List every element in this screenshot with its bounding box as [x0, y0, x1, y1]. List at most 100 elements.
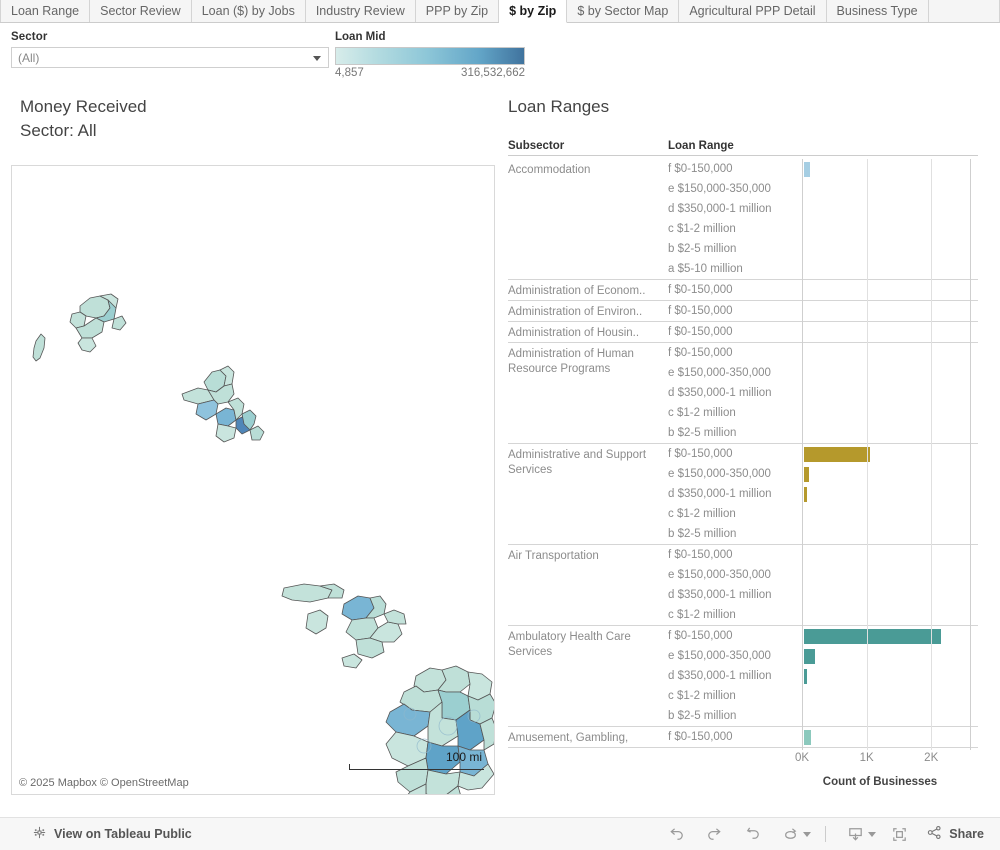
bar-cell: [804, 219, 972, 239]
table-row[interactable]: f $0-150,000: [668, 343, 978, 363]
table-row[interactable]: d $350,000-1 million: [668, 585, 978, 605]
loan-range-label: e $150,000-350,000: [668, 569, 771, 581]
refresh-dropdown-caret-icon[interactable]: [803, 831, 812, 837]
loan-ranges-title: Loan Ranges: [508, 97, 610, 116]
table-row[interactable]: e $150,000-350,000: [668, 646, 978, 666]
table-row-group[interactable]: Amusement, Gambling, f $0-150,000: [508, 727, 978, 748]
table-row[interactable]: d $350,000-1 million: [668, 199, 978, 219]
table-row[interactable]: e $150,000-350,000: [668, 565, 978, 585]
table-row-group[interactable]: Air Transportation f $0-150,000 e $150,000…: [508, 545, 978, 626]
loan-range-label: d $350,000-1 million: [668, 488, 772, 500]
bar-mark[interactable]: [804, 447, 870, 462]
legend-values: 4,857 316,532,662: [335, 67, 525, 79]
bar-cell: [804, 159, 972, 179]
table-row[interactable]: d $350,000-1 million: [668, 666, 978, 686]
table-row[interactable]: c $1-2 million: [668, 605, 978, 625]
bar-cell: [804, 199, 972, 219]
table-row[interactable]: e $150,000-350,000: [668, 464, 978, 484]
loan-range-rows: f $0-150,000: [668, 727, 978, 747]
loan-range-rows: f $0-150,000 e $150,000-350,000 d $350,000…: [668, 626, 978, 726]
bar-cell: [804, 363, 972, 383]
bar-mark[interactable]: [804, 487, 807, 502]
table-row[interactable]: b $2-5 million: [668, 423, 978, 443]
bar-cell: [804, 280, 972, 300]
table-row[interactable]: a $5-10 million: [668, 259, 978, 279]
dashboard-main: Money Received Sector: All © 2025 Mapbox…: [0, 95, 1000, 840]
chevron-down-icon[interactable]: [313, 55, 321, 61]
download-dropdown-caret-icon[interactable]: [868, 831, 877, 837]
tab-loan-range[interactable]: Loan Range: [0, 0, 91, 22]
bar-cell: [804, 727, 972, 747]
bar-cell: [804, 464, 972, 484]
sector-filter-dropdown[interactable]: (All): [11, 47, 329, 68]
share-button[interactable]: Share: [926, 824, 984, 844]
bar-mark[interactable]: [804, 730, 811, 745]
bar-cell: [804, 179, 972, 199]
table-row-group[interactable]: Administration of Human Resource Program…: [508, 343, 978, 444]
table-row[interactable]: e $150,000-350,000: [668, 179, 978, 199]
loan-range-label: d $350,000-1 million: [668, 670, 772, 682]
loan-range-label: f $0-150,000: [668, 305, 733, 317]
legend-color-ramp[interactable]: [335, 47, 525, 65]
tab-business-type[interactable]: Business Type: [826, 0, 929, 22]
bar-mark[interactable]: [804, 467, 809, 482]
redo-icon[interactable]: [695, 821, 733, 847]
loan-range-label: f $0-150,000: [668, 347, 733, 359]
table-row-group[interactable]: Administration of Environ.. f $0-150,000: [508, 301, 978, 322]
tab-ppp-by-zip[interactable]: PPP by Zip: [415, 0, 500, 22]
table-row[interactable]: b $2-5 million: [668, 524, 978, 544]
hawaii-choropleth-map[interactable]: © 2025 Mapbox © OpenStreetMap 100 mi: [11, 165, 495, 795]
x-axis-tick-label: 0K: [794, 752, 810, 764]
table-row-group[interactable]: Administration of Econom.. f $0-150,000: [508, 280, 978, 301]
loan-range-label: a $5-10 million: [668, 263, 743, 275]
table-row[interactable]: d $350,000-1 million: [668, 383, 978, 403]
table-row-group[interactable]: Administration of Housin.. f $0-150,000: [508, 322, 978, 343]
loan-range-label: e $150,000-350,000: [668, 367, 771, 379]
table-row[interactable]: c $1-2 million: [668, 219, 978, 239]
loan-range-label: c $1-2 million: [668, 508, 736, 520]
table-row-group[interactable]: Administrative and Support Services f $0-…: [508, 444, 978, 545]
revert-icon[interactable]: [733, 821, 771, 847]
table-row[interactable]: d $350,000-1 million: [668, 484, 978, 504]
table-row[interactable]: c $1-2 million: [668, 403, 978, 423]
legend-title: Loan Mid: [335, 31, 386, 43]
table-row-group[interactable]: Ambulatory Health Care Services f $0-150,…: [508, 626, 978, 727]
tab-agricultural-ppp-detail[interactable]: Agricultural PPP Detail: [679, 0, 827, 22]
bar-mark[interactable]: [804, 629, 941, 644]
bar-cell: [804, 423, 972, 443]
sector-filter-value: (All): [18, 50, 40, 65]
table-row[interactable]: f $0-150,000: [668, 545, 978, 565]
table-row-group[interactable]: Accommodation f $0-150,000 e $150,000-350,…: [508, 159, 978, 280]
bar-mark[interactable]: [804, 669, 807, 684]
bar-cell: [804, 301, 972, 321]
bar-mark[interactable]: [804, 162, 810, 177]
map-title: Money Received Sector: All: [0, 95, 500, 143]
table-row[interactable]: f $0-150,000: [668, 159, 978, 179]
table-row[interactable]: f $0-150,000: [668, 301, 978, 321]
table-row[interactable]: c $1-2 million: [668, 504, 978, 524]
view-on-tableau-public-link[interactable]: View on Tableau Public: [32, 825, 192, 843]
loan-range-rows: f $0-150,000 e $150,000-350,000 d $350,000…: [668, 545, 978, 625]
table-row[interactable]: e $150,000-350,000: [668, 363, 978, 383]
tab-loan-by-jobs[interactable]: Loan ($) by Jobs: [191, 0, 306, 22]
table-row[interactable]: f $0-150,000: [668, 444, 978, 464]
table-row[interactable]: f $0-150,000: [668, 280, 978, 300]
table-row[interactable]: b $2-5 million: [668, 239, 978, 259]
bar-mark[interactable]: [804, 649, 815, 664]
tab-by-zip[interactable]: $ by Zip: [499, 0, 568, 23]
tableau-logo-icon: [32, 825, 47, 843]
loan-ranges-panel: Loan Ranges Subsector Loan Range Accommo…: [500, 95, 1000, 795]
tab-sector-review[interactable]: Sector Review: [90, 0, 192, 22]
fullscreen-icon[interactable]: [880, 821, 918, 847]
table-row[interactable]: f $0-150,000: [668, 626, 978, 646]
undo-icon[interactable]: [657, 821, 695, 847]
bar-cell: [804, 322, 972, 342]
tab-industry-review[interactable]: Industry Review: [305, 0, 416, 22]
table-row[interactable]: b $2-5 million: [668, 706, 978, 726]
table-row[interactable]: c $1-2 million: [668, 686, 978, 706]
loan-range-rows: f $0-150,000 e $150,000-350,000 d $350,000…: [668, 159, 978, 279]
tab-by-sector-map[interactable]: $ by Sector Map: [567, 0, 680, 22]
table-row[interactable]: f $0-150,000: [668, 322, 978, 342]
sector-filter: Sector (All): [11, 31, 329, 68]
table-row[interactable]: f $0-150,000: [668, 727, 978, 747]
